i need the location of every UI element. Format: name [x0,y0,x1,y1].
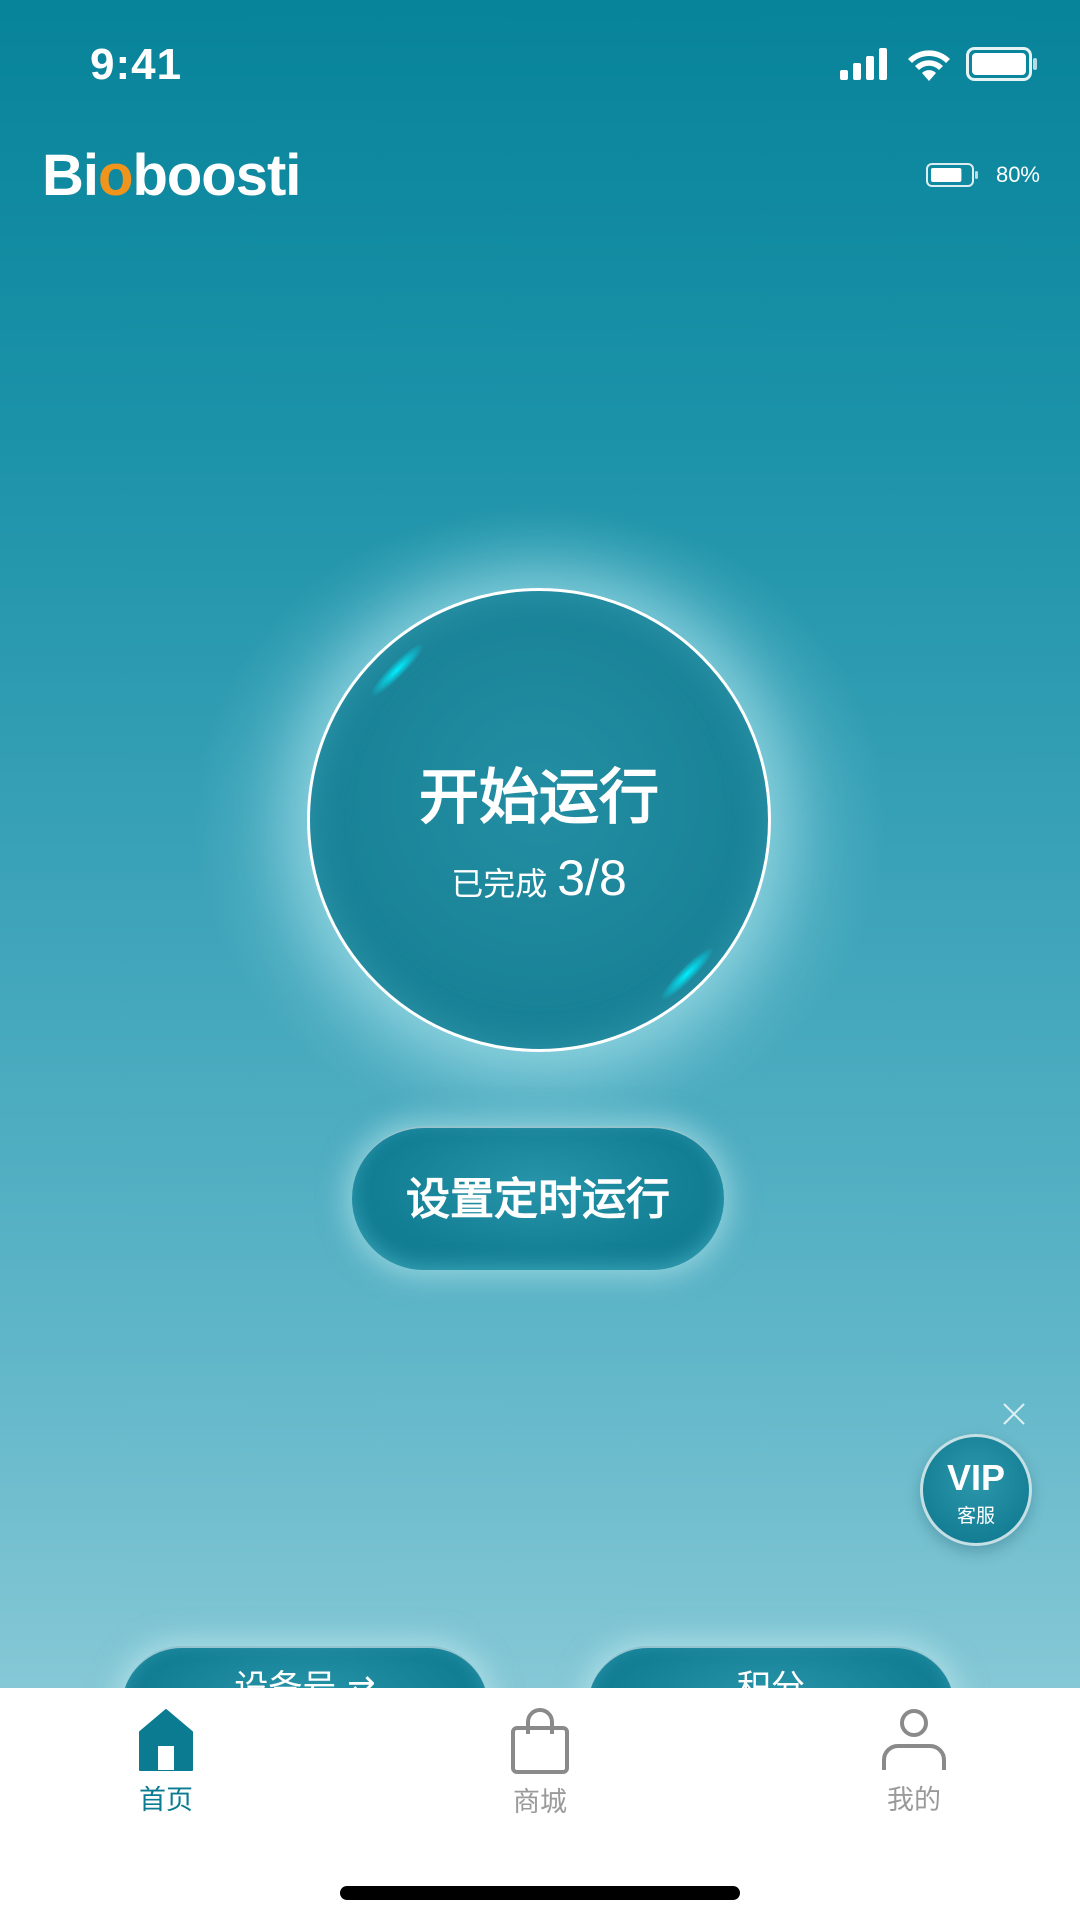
vip-title: VIP [946,1457,1006,1498]
circle-glint-bottom [657,944,717,1004]
brand-logo: Bioboosti [42,143,301,208]
user-icon [882,1709,946,1770]
home-icon [139,1709,193,1771]
device-battery-percent: 80% [995,162,1040,187]
home-indicator [340,1886,740,1900]
status-time: 9:41 [90,40,183,89]
start-run-button[interactable]: 开始运行 已完成 3/8 [307,588,771,1052]
vip-service-button[interactable]: VIP 客服 [920,1434,1032,1546]
tab-profile[interactable]: 我的 [834,1708,994,1828]
device-battery-icon [925,163,978,187]
progress-text: 已完成 3/8 [310,849,768,907]
signal-icon [840,48,887,80]
schedule-run-button[interactable]: 设置定时运行 [352,1126,724,1270]
tab-shop[interactable]: 商城 [460,1708,620,1828]
circle-glint-top [367,640,427,700]
tab-home-label: 首页 [139,1785,193,1816]
status-icons [840,44,1038,84]
wifi-icon [908,50,950,81]
tab-shop-label: 商城 [513,1787,567,1818]
status-bar: 9:41 [0,0,1080,130]
vip-subtitle: 客服 [956,1505,995,1527]
shopping-bag-icon [511,1708,569,1774]
progress-value: 3/8 [557,850,627,906]
device-battery: 80% [925,162,1040,188]
start-run-label: 开始运行 [419,763,659,833]
app-screen: 9:41 Bioboosti 80% 开始运行 已完成 3/8 设置定时运行 V… [0,0,1080,1920]
close-icon[interactable] [1000,1400,1028,1428]
battery-icon [966,47,1037,81]
tab-profile-label: 我的 [887,1785,941,1816]
progress-label: 已完成 [451,865,548,903]
tab-home[interactable]: 首页 [86,1708,246,1828]
